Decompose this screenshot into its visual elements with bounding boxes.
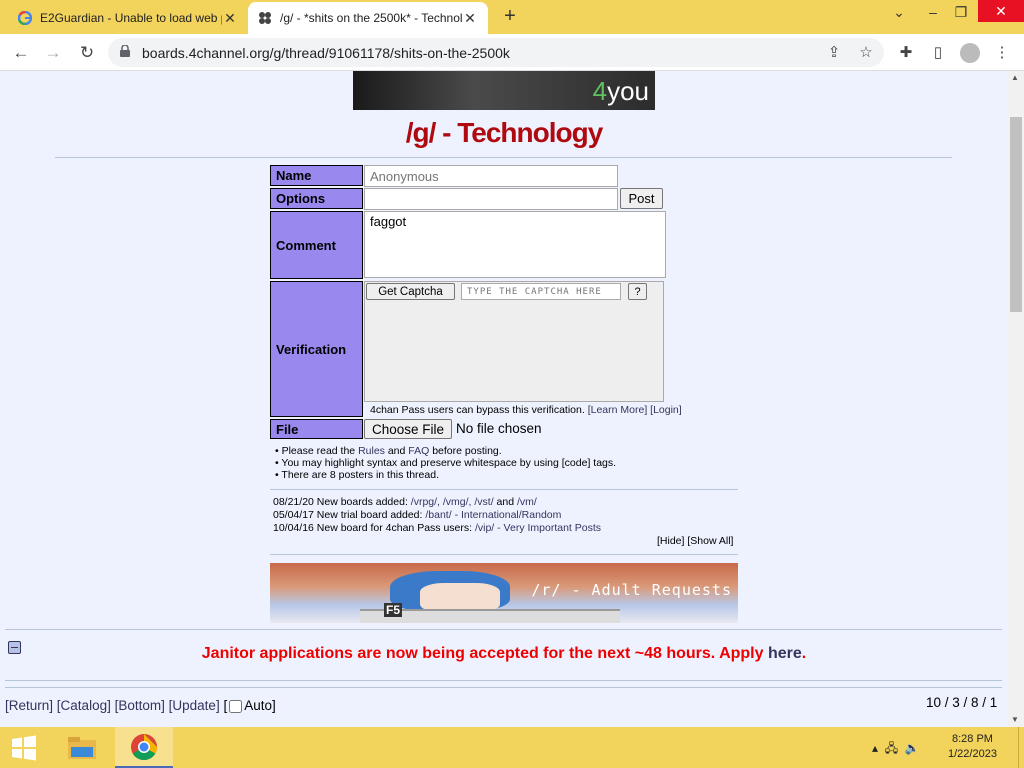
update-link[interactable]: [Update] (169, 698, 220, 713)
browser-toolbar: ← → ↻ boards.4channel.org/g/thread/91061… (0, 34, 1024, 71)
auto-label: Auto] (244, 698, 276, 713)
clock-date: 1/22/2023 (948, 748, 997, 760)
news-item: 10/04/16 New board for 4chan Pass users:… (273, 522, 602, 534)
ad-banner-image[interactable]: F5 /r/ - Adult Requests (270, 563, 738, 623)
news-link[interactable]: /bant/ - International/Random (425, 509, 561, 521)
bookmark-star-icon[interactable]: ☆ (856, 43, 876, 63)
thread-nav-links: [Return] [Catalog] [Bottom] [Update] [Au… (5, 698, 276, 713)
syntax-info: • You may highlight syntax and preserve … (275, 457, 617, 469)
captcha-help-button[interactable]: ? (628, 283, 647, 300)
captcha-input[interactable] (461, 283, 621, 300)
janitor-apply-link[interactable]: here (768, 645, 802, 662)
news-link[interactable]: /vm/ (517, 496, 537, 508)
taskbar-clock[interactable]: 8:28 PM 1/22/2023 (948, 732, 997, 762)
posting-info: • Please read the Rules and FAQ before p… (275, 445, 617, 481)
pass-notice: 4chan Pass users can bypass this verific… (370, 404, 682, 416)
comment-textarea[interactable]: faggot (364, 211, 666, 278)
menu-kebab-icon[interactable]: ⋮ (992, 43, 1012, 63)
lock-icon (120, 45, 130, 57)
options-label: Options (270, 188, 363, 209)
choose-file-button[interactable]: Choose File (364, 419, 452, 439)
tab-search-icon[interactable]: ⌄ (884, 4, 914, 21)
show-desktop-button[interactable] (1018, 727, 1024, 768)
ad-banner-text: /r/ - Adult Requests (531, 581, 732, 599)
bottom-link[interactable]: [Bottom] (115, 698, 165, 713)
divider (270, 554, 738, 555)
post-button[interactable]: Post (620, 188, 663, 209)
extensions-icon[interactable]: ✚ (896, 43, 916, 63)
board-banner-image[interactable]: 4you (353, 71, 655, 110)
news-controls: [Hide] [Show All] (657, 535, 733, 547)
tab-g-thread[interactable]: /g/ - *shits on the 2500k* - Technology … (248, 2, 488, 34)
profile-avatar[interactable] (960, 43, 980, 63)
posters-count: • There are 8 posters in this thread. (275, 469, 439, 481)
4chan-clover-icon (259, 12, 271, 24)
comment-label: Comment (270, 211, 363, 279)
page-content: 4you /g/ - Technology Name Options Post … (0, 71, 1008, 727)
catalog-link[interactable]: [Catalog] (57, 698, 111, 713)
rules-link[interactable]: Rules (358, 445, 385, 457)
return-link[interactable]: [Return] (5, 698, 53, 713)
close-tab-icon[interactable]: ✕ (462, 10, 478, 27)
windows-start-icon[interactable] (0, 727, 48, 768)
get-captcha-button[interactable]: Get Captcha (366, 283, 455, 300)
tab-e2guardian[interactable]: E2Guardian - Unable to load web page ✕ (8, 2, 248, 34)
clock-time: 8:28 PM (951, 733, 993, 745)
board-title: /g/ - Technology (405, 117, 604, 148)
volume-icon[interactable]: 🔈 (905, 741, 920, 755)
reload-icon[interactable]: ↻ (76, 42, 98, 64)
scroll-up-icon[interactable]: ▲ (1011, 73, 1019, 82)
scroll-thumb[interactable] (1010, 117, 1022, 312)
close-tab-icon[interactable]: ✕ (222, 10, 238, 27)
show-all-news-link[interactable]: [Show All] (687, 535, 733, 547)
divider (270, 489, 738, 490)
google-icon (18, 11, 32, 25)
tab-title: E2Guardian - Unable to load web page (40, 11, 222, 25)
learn-more-link[interactable]: [Learn More] (588, 404, 648, 416)
hide-news-link[interactable]: [Hide] (657, 535, 684, 547)
news-link[interactable]: /vip/ - Very Important Posts (475, 522, 601, 534)
f5-key-label: F5 (384, 603, 403, 617)
network-icon[interactable]: 🖧 (885, 741, 898, 755)
no-file-text: No file chosen (456, 421, 542, 436)
news-link[interactable]: /vrpg/, /vmg/, /vst/ (411, 496, 494, 508)
tray-overflow-icon[interactable]: ▴ (872, 741, 878, 755)
divider (55, 157, 952, 158)
forward-icon[interactable]: → (42, 42, 64, 64)
back-icon[interactable]: ← (10, 42, 32, 64)
verification-label: Verification (270, 281, 363, 417)
janitor-announcement: Janitor applications are now being accep… (201, 645, 807, 662)
url-text: boards.4channel.org/g/thread/91061178/sh… (142, 45, 510, 61)
news-list: 08/21/20 New boards added: /vrpg/, /vmg/… (273, 496, 601, 535)
name-field[interactable] (364, 165, 618, 187)
thread-stats: 10 / 3 / 8 / 1 (926, 695, 998, 710)
close-window-button[interactable]: ✕ (978, 0, 1024, 22)
minimize-button[interactable]: – (918, 4, 948, 20)
news-item: 05/04/17 New trial board added: /bant/ -… (273, 509, 562, 521)
divider (5, 629, 1002, 630)
side-panel-icon[interactable]: ▯ (928, 43, 948, 63)
scroll-down-icon[interactable]: ▼ (1011, 715, 1019, 724)
page-scrollbar[interactable]: ▲ ▼ (1008, 71, 1024, 727)
share-icon[interactable]: ⇪ (824, 43, 844, 63)
system-tray: ▴ 🖧 🔈 (872, 739, 920, 760)
auto-update-checkbox[interactable] (229, 699, 243, 713)
news-item: 08/21/20 New boards added: /vrpg/, /vmg/… (273, 496, 537, 508)
banner-text: 4you (592, 76, 649, 106)
chrome-icon[interactable] (115, 727, 173, 768)
file-explorer-icon[interactable] (58, 727, 106, 768)
browser-tab-bar: E2Guardian - Unable to load web page ✕ /… (0, 0, 1024, 34)
divider (5, 687, 1002, 688)
new-tab-button[interactable]: + (498, 5, 522, 28)
address-bar[interactable]: boards.4channel.org/g/thread/91061178/sh… (108, 38, 884, 67)
restore-button[interactable]: ❐ (946, 4, 976, 21)
windows-taskbar: ▴ 🖧 🔈 8:28 PM 1/22/2023 (0, 727, 1024, 768)
faq-link[interactable]: FAQ (408, 445, 429, 457)
login-link[interactable]: [Login] (650, 404, 682, 416)
name-label: Name (270, 165, 363, 186)
divider (5, 680, 1002, 681)
file-label: File (270, 419, 363, 439)
tab-title: /g/ - *shits on the 2500k* - Technology (280, 11, 462, 25)
options-field[interactable] (364, 188, 618, 210)
